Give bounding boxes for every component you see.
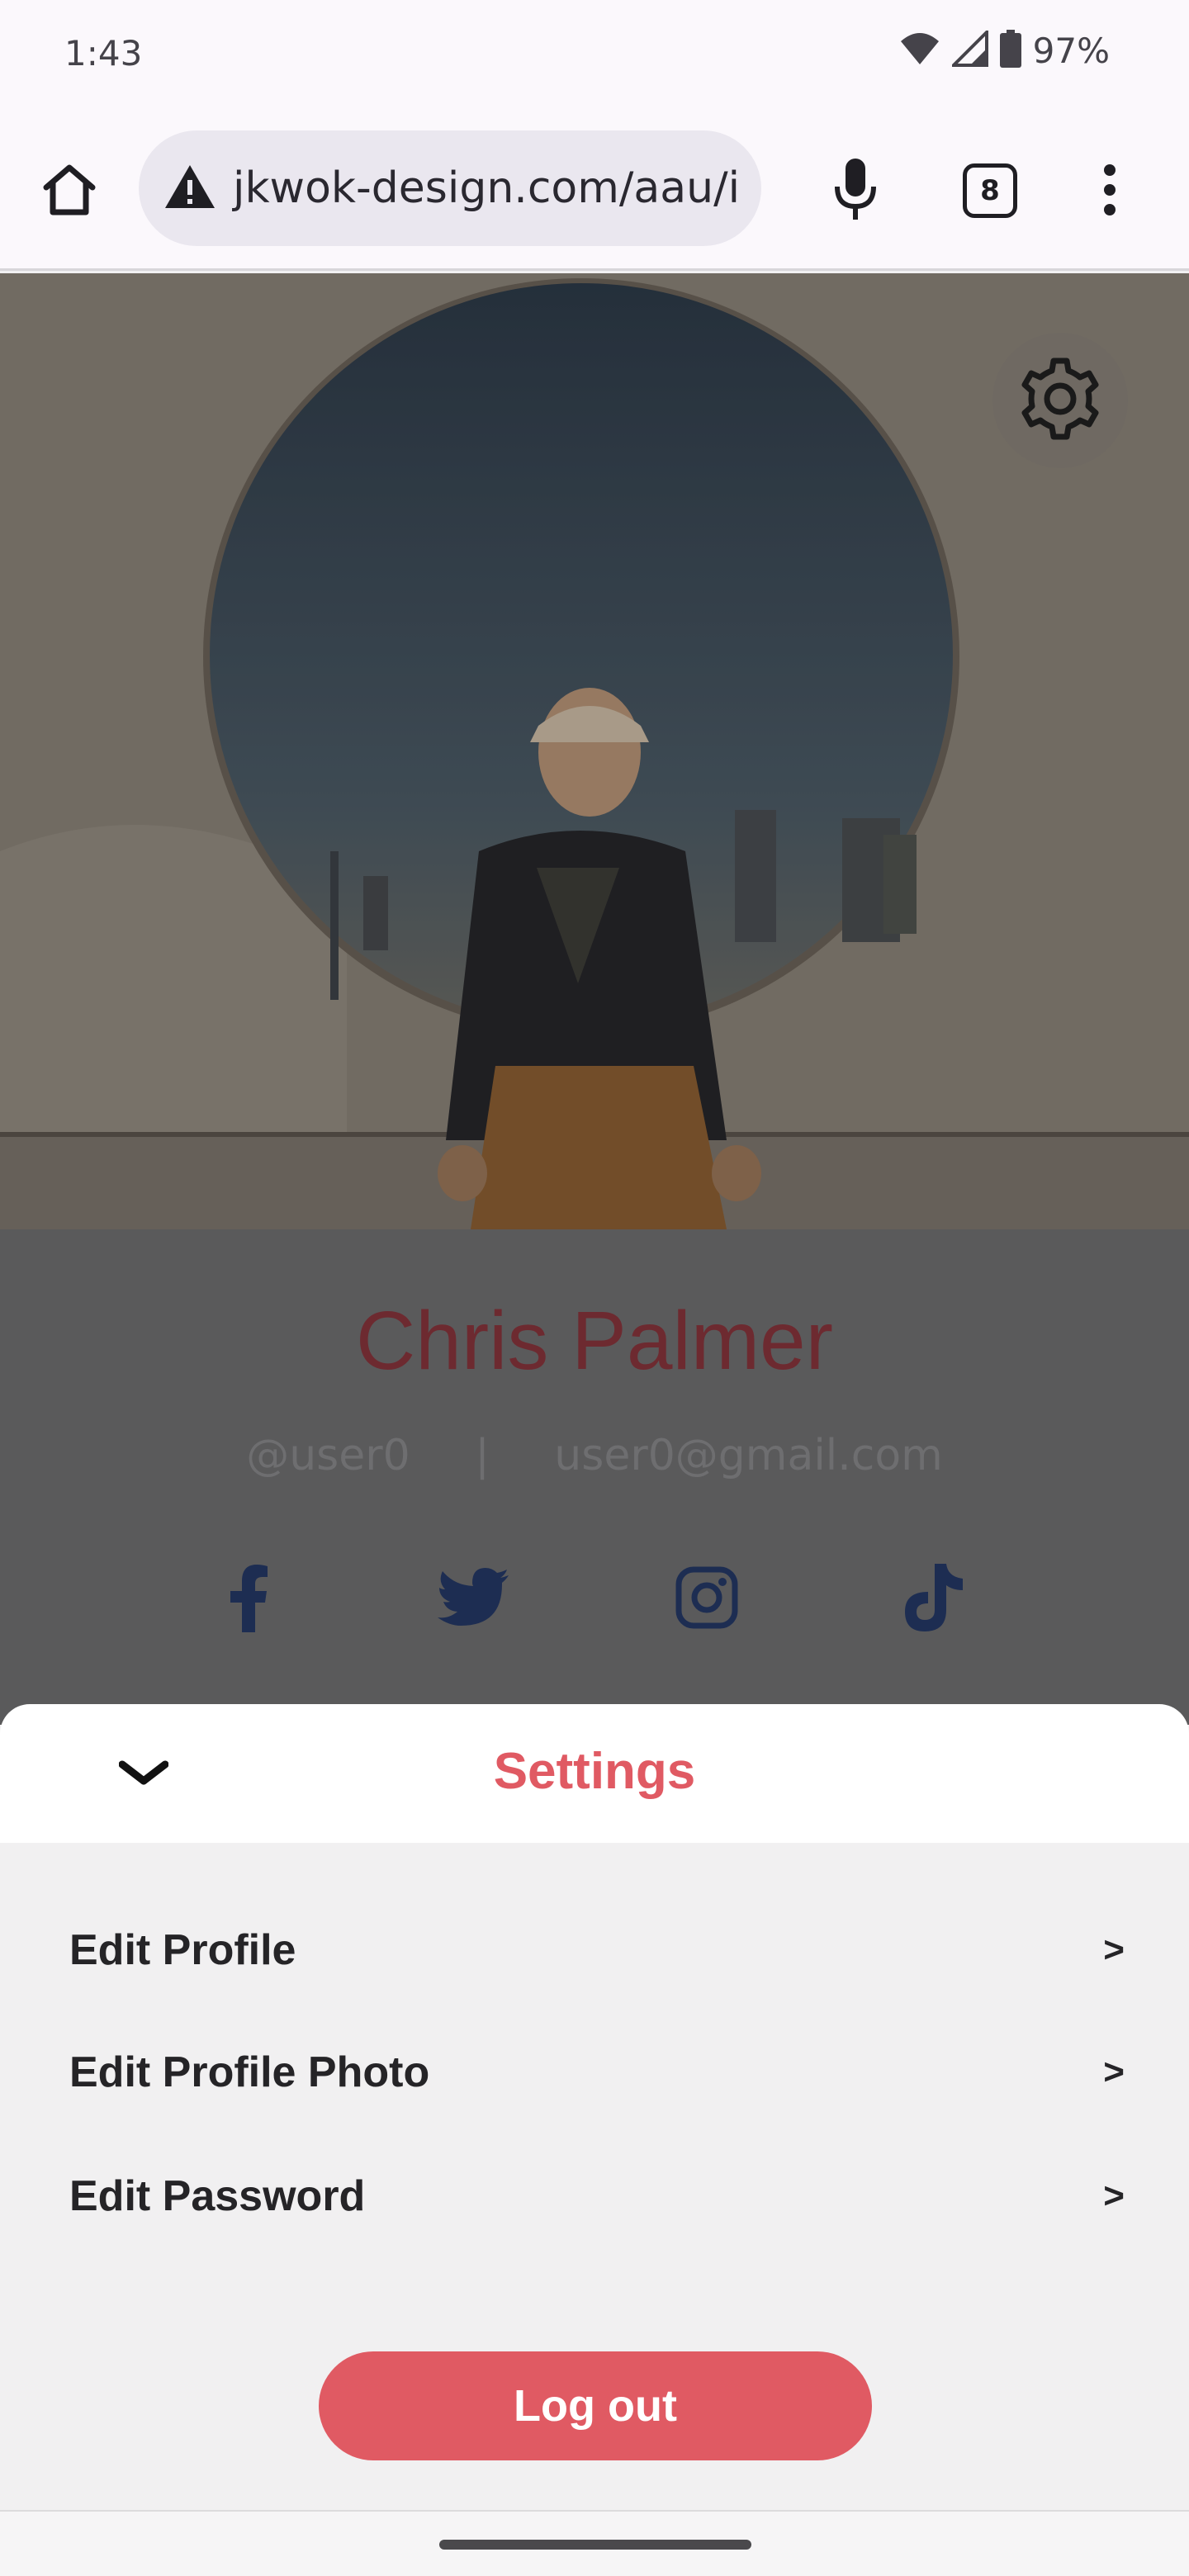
battery-percent: 97% [1032, 31, 1110, 71]
menu-item-label: Edit Profile [69, 1926, 296, 1974]
wifi-icon [899, 31, 940, 70]
profile-email: user0@gmail.com [554, 1431, 943, 1480]
profile-info: Chris Palmer @user0 | user0@gmail.com [0, 1229, 1189, 1725]
tiktok-icon [902, 1562, 964, 1637]
instagram-link[interactable] [666, 1558, 748, 1641]
voice-search-button[interactable] [821, 152, 890, 231]
chevron-right-icon: > [1103, 2052, 1125, 2092]
twitter-link[interactable] [433, 1558, 515, 1641]
facebook-icon [227, 1563, 268, 1636]
warning-icon [163, 163, 216, 214]
menu-item-label: Edit Profile Photo [69, 2048, 430, 2096]
profile-meta: @user0 | user0@gmail.com [0, 1431, 1189, 1480]
settings-sheet-header: Settings [0, 1704, 1189, 1843]
menu-item-edit-password[interactable]: Edit Password > [69, 2155, 1125, 2237]
twitter-icon [438, 1567, 510, 1631]
more-vert-icon [1101, 163, 1118, 220]
more-vert-button[interactable] [1088, 157, 1131, 226]
home-button[interactable] [35, 157, 104, 226]
settings-button[interactable] [992, 333, 1128, 468]
menu-item-label: Edit Password [69, 2172, 366, 2220]
menu-item-edit-profile-photo[interactable]: Edit Profile Photo > [69, 2031, 1125, 2114]
url-text: jkwok-design.com/aau/i [233, 163, 741, 213]
gesture-nav-bar [0, 2510, 1189, 2576]
settings-sheet: Edit Profile > Edit Profile Photo > Edit… [0, 1843, 1189, 2510]
profile-photo [0, 273, 1189, 1229]
mic-icon [832, 157, 879, 227]
profile-username: @user0 [246, 1431, 410, 1480]
status-icons: 97% [899, 28, 1110, 72]
profile-name: Chris Palmer [356, 1295, 833, 1387]
home-gesture-handle[interactable] [439, 2540, 751, 2550]
status-bar: 1:43 97% [0, 0, 1189, 109]
gear-icon [1017, 356, 1103, 446]
chevron-right-icon: > [1103, 1930, 1125, 1970]
tab-switcher-button[interactable]: 8 [963, 163, 1017, 218]
status-time: 1:43 [64, 33, 143, 73]
facebook-link[interactable] [206, 1558, 289, 1641]
home-icon [41, 163, 97, 221]
tiktok-link[interactable] [892, 1558, 974, 1641]
chevron-right-icon: > [1103, 2176, 1125, 2216]
address-bar[interactable]: jkwok-design.com/aau/i [139, 130, 761, 246]
meta-separator: | [475, 1431, 490, 1480]
social-links [0, 1558, 1189, 1641]
sheet-title: Settings [493, 1743, 696, 1800]
battery-icon [999, 30, 1021, 72]
logout-button[interactable]: Log out [319, 2351, 872, 2460]
browser-toolbar: jkwok-design.com/aau/i 8 [0, 109, 1189, 271]
cell-signal-icon [949, 28, 988, 71]
menu-item-edit-profile[interactable]: Edit Profile > [69, 1909, 1125, 1991]
instagram-icon [675, 1566, 738, 1633]
